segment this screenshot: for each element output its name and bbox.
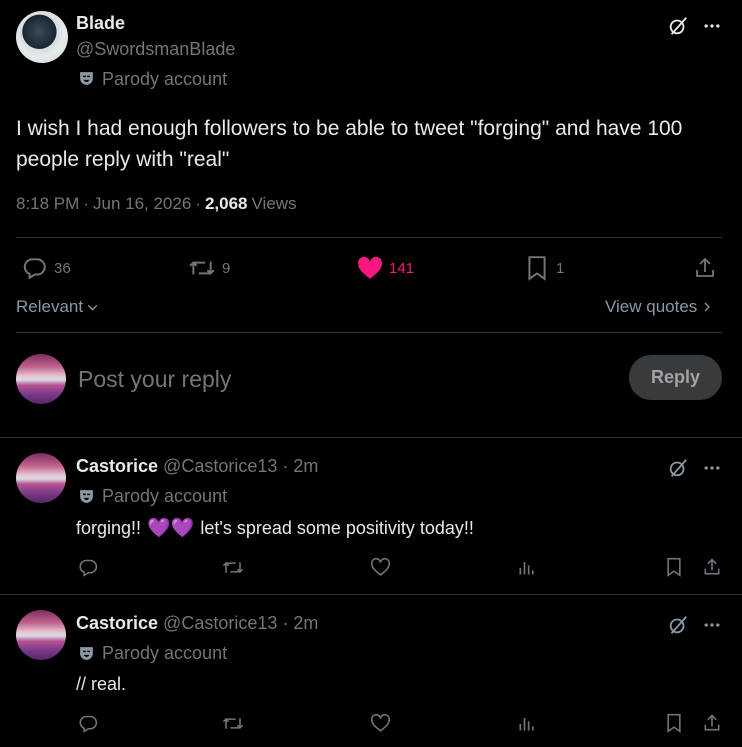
reply-count: 36 (54, 259, 71, 277)
reply-author-handle[interactable]: @Castorice13 (163, 456, 277, 477)
reply-button[interactable]: Reply (629, 355, 722, 400)
meta-separator: · (83, 194, 89, 213)
reply-separator: · (282, 456, 289, 476)
purple-heart-emoji: 💜💜 (147, 518, 195, 539)
chevron-right-icon (701, 301, 713, 313)
reply-header: Castorice @Castorice13 · 2m (76, 613, 318, 634)
meta-separator: · (195, 194, 201, 213)
repost-icon[interactable] (221, 712, 245, 734)
tweet-text: I wish I had enough followers to be able… (16, 117, 683, 171)
view-quotes-link[interactable]: View quotes (605, 297, 713, 317)
bookmark-icon (526, 255, 548, 281)
reply-author-name[interactable]: Castorice (76, 456, 158, 477)
tweet-meta: 8:18 PM · Jun 16, 2026 · 2,068 Views (16, 194, 297, 214)
reply-avatar[interactable] (16, 453, 66, 503)
grok-icon[interactable] (666, 14, 690, 38)
tweet-time[interactable]: 8:18 PM (16, 194, 79, 214)
reply-author-name[interactable]: Castorice (76, 613, 158, 634)
share-icon[interactable] (692, 255, 718, 281)
sort-dropdown[interactable]: Relevant (16, 297, 99, 317)
tweet-date[interactable]: Jun 16, 2026 (93, 194, 191, 214)
heart-icon[interactable] (369, 712, 391, 734)
reply-header: Castorice @Castorice13 · 2m (76, 456, 318, 477)
like-count: 141 (389, 259, 415, 277)
divider (0, 437, 742, 438)
share-icon[interactable] (701, 712, 723, 734)
reply-icon (22, 255, 48, 281)
like-action[interactable]: 141 (357, 256, 414, 280)
views-count: 2,068 (204, 194, 248, 213)
reply-input[interactable] (78, 362, 578, 396)
reply-text: forging!! 💜💜 let's spread some positivit… (76, 516, 474, 540)
reply-separator: · (282, 613, 289, 633)
parody-label: Parody account (102, 643, 228, 663)
more-icon[interactable] (700, 456, 724, 480)
reply-time[interactable]: 2m (293, 613, 318, 634)
divider (0, 594, 742, 595)
repost-action[interactable]: 9 (188, 255, 230, 281)
reply-text-end: let's spread some positivity today!! (200, 517, 474, 538)
reply-icon[interactable] (77, 556, 99, 578)
views-icon[interactable] (516, 712, 538, 734)
bookmark-action[interactable]: 1 (526, 255, 564, 281)
sort-label: Relevant (16, 297, 84, 316)
repost-icon[interactable] (221, 556, 245, 578)
author-name[interactable]: Blade (76, 13, 125, 34)
grok-icon[interactable] (666, 613, 690, 637)
bookmark-icon[interactable] (663, 556, 685, 578)
views-icon[interactable] (516, 556, 538, 578)
parody-mask-icon (78, 645, 95, 662)
reply-avatar[interactable] (16, 610, 66, 660)
grok-icon[interactable] (666, 456, 690, 480)
author-handle[interactable]: @SwordsmanBlade (76, 39, 235, 60)
view-quotes-label: View quotes (605, 297, 698, 316)
more-icon[interactable] (700, 14, 724, 38)
more-icon[interactable] (700, 613, 724, 637)
parody-mask-icon (78, 488, 95, 505)
views-label: Views (251, 194, 297, 213)
reply-text-start: forging!! (76, 517, 142, 538)
reply-action[interactable]: 36 (22, 255, 71, 281)
reply-author-handle[interactable]: @Castorice13 (163, 613, 277, 634)
repost-icon (188, 255, 216, 281)
divider (16, 332, 722, 333)
divider (16, 237, 722, 238)
parody-label: Parody account (102, 486, 228, 506)
heart-icon (357, 256, 383, 280)
user-avatar[interactable] (16, 354, 66, 404)
chevron-down-icon (86, 301, 99, 314)
repost-count: 9 (222, 259, 231, 277)
parody-label: Parody account (102, 69, 228, 89)
share-icon[interactable] (701, 556, 723, 578)
parody-mask-icon (78, 70, 95, 87)
heart-icon[interactable] (369, 556, 391, 578)
author-avatar[interactable] (16, 11, 68, 63)
reply-text: // real. (76, 674, 127, 694)
bookmark-count: 1 (556, 259, 565, 277)
reply-time[interactable]: 2m (293, 456, 318, 477)
reply-icon[interactable] (77, 712, 99, 734)
bookmark-icon[interactable] (663, 712, 685, 734)
